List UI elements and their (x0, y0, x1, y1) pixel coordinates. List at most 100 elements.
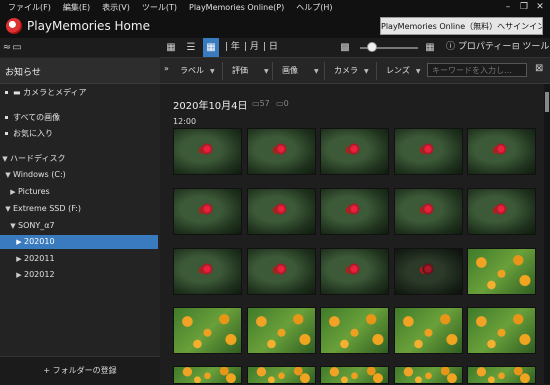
bullet-icon (5, 90, 8, 94)
register-folder-button[interactable]: + フォルダーの登録 (0, 356, 160, 385)
chevron-right-icon[interactable]: ▶ (14, 268, 24, 282)
bullet-icon (5, 115, 8, 119)
filter-lens-text: レンズ (386, 66, 410, 75)
photo-thumbnail[interactable] (394, 188, 463, 235)
photo-thumbnail[interactable] (394, 248, 463, 295)
filter-image-text: 画像 (282, 66, 298, 75)
sidebar-item-favorites[interactable]: お気に入り (0, 127, 160, 141)
photo-count: ▭57 (252, 99, 270, 108)
photo-thumbnail[interactable] (320, 366, 389, 384)
photo-thumbnail[interactable] (173, 248, 242, 295)
filter-rating-dropdown[interactable]: 評価 ▼ (232, 65, 269, 76)
grid-large-icon[interactable]: ▦ (424, 38, 436, 57)
sidebar-item-label: SONY_α7 (18, 221, 55, 230)
sidebar-item-label: Pictures (18, 187, 50, 196)
sidebar-item-extreme-ssd[interactable]: ▼ Extreme SSD (F:) (0, 202, 163, 216)
menu-view[interactable]: 表示(V) (96, 0, 136, 13)
properties-button[interactable]: ⓘ プロパティー (446, 38, 511, 57)
close-button[interactable]: ✕ (532, 0, 548, 14)
sidebar-item-202010[interactable]: ▶ 202010 (0, 235, 158, 249)
divider (376, 62, 377, 80)
restore-button[interactable]: ❐ (516, 0, 532, 14)
filter-label-text: ラベル (180, 66, 204, 75)
close-icon[interactable]: ⊠ (535, 63, 543, 74)
photo-thumbnail[interactable] (467, 128, 536, 175)
grid-large-icon[interactable]: ▦ (164, 38, 178, 57)
info-icon: ⓘ (446, 42, 456, 52)
menu-file[interactable]: ファイル(F) (0, 0, 57, 13)
photo-thumbnail[interactable] (320, 188, 389, 235)
tools-button[interactable]: ⊟ ツール (512, 38, 549, 57)
view-month-button[interactable]: | 月 (244, 38, 259, 57)
photo-thumbnail[interactable] (394, 128, 463, 175)
chevron-down-icon[interactable]: ▼ (3, 202, 13, 216)
chevron-right-icon[interactable]: ▶ (8, 185, 18, 199)
caret-down-icon: ▼ (210, 68, 215, 75)
photo-thumbnail[interactable] (467, 248, 536, 295)
list-icon[interactable]: ☰ (184, 38, 198, 57)
photo-thumbnail[interactable] (247, 128, 316, 175)
minimize-button[interactable]: – (500, 0, 516, 14)
calendar-icon[interactable]: ▦ (203, 38, 219, 57)
photo-thumbnail[interactable] (247, 188, 316, 235)
view-year-button[interactable]: | 年 (225, 38, 240, 57)
caret-down-icon: ▼ (264, 68, 269, 75)
chevron-down-icon[interactable]: ▼ (0, 152, 10, 166)
photo-thumbnail[interactable] (467, 307, 536, 354)
sidebar-item-pictures[interactable]: ▶ Pictures (0, 185, 168, 199)
photo-thumbnail[interactable] (173, 128, 242, 175)
camera-icon: ▬ (13, 88, 21, 97)
scrollbar[interactable] (544, 84, 550, 384)
scrollbar-thumb[interactable] (545, 92, 549, 112)
photo-thumbnail[interactable] (247, 366, 316, 384)
sidebar-item-hard-disk[interactable]: ▼ ハードディスク (0, 152, 160, 166)
sidebar-item-label: Windows (C:) (13, 170, 66, 179)
menu-tools[interactable]: ツール(T) (136, 0, 183, 13)
menu-edit[interactable]: 編集(E) (57, 0, 96, 13)
photo-thumbnail[interactable] (173, 366, 242, 384)
filter-lens-dropdown[interactable]: レンズ ▼ (386, 65, 420, 76)
monitor-icon[interactable]: ▭ (11, 38, 23, 57)
view-day-button[interactable]: | 日 (263, 38, 278, 57)
photo-thumbnail[interactable] (247, 307, 316, 354)
sidebar-item-label: カメラとメディア (23, 88, 87, 97)
filter-image-dropdown[interactable]: 画像 ▼ (282, 65, 319, 76)
filter-label-dropdown[interactable]: ラベル ▼ (180, 65, 215, 76)
photo-thumbnail[interactable] (467, 366, 536, 384)
photo-icon: ▭ (252, 99, 260, 108)
photo-thumbnail[interactable] (320, 248, 389, 295)
zoom-slider-handle[interactable] (366, 42, 377, 52)
chevron-right-icon[interactable]: ▶ (14, 235, 24, 249)
time-label: 12:00 (173, 117, 197, 126)
double-chevron-icon[interactable]: » (164, 64, 169, 73)
chevron-down-icon[interactable]: ▼ (8, 219, 18, 233)
filter-rating-text: 評価 (232, 66, 248, 75)
filter-camera-dropdown[interactable]: カメラ ▼ (334, 65, 369, 76)
sidebar-item-camera-media[interactable]: ▬ カメラとメディア (0, 86, 160, 100)
online-signin-button[interactable]: PlayMemories Online（無料）へサインイン (380, 17, 543, 35)
search-input[interactable] (427, 63, 527, 77)
chevron-right-icon[interactable]: ▶ (14, 252, 24, 266)
menu-help[interactable]: ヘルプ(H) (290, 0, 338, 13)
sidebar-item-label: ハードディスク (10, 154, 66, 163)
sidebar-item-windows-c[interactable]: ▼ Windows (C:) (0, 168, 163, 182)
photo-thumbnail[interactable] (467, 188, 536, 235)
sidebar-item-202012[interactable]: ▶ 202012 (0, 268, 174, 282)
menu-online[interactable]: PlayMemories Online(P) (183, 1, 290, 12)
photo-thumbnail[interactable] (173, 307, 242, 354)
photo-thumbnail[interactable] (394, 366, 463, 384)
chevron-down-icon[interactable]: ▼ (3, 168, 13, 182)
sidebar-item-all-images[interactable]: すべての画像 (0, 111, 160, 125)
photo-thumbnail[interactable] (394, 307, 463, 354)
divider (222, 62, 223, 80)
caret-down-icon: ▼ (364, 68, 369, 75)
grid-small-icon[interactable]: ▩ (339, 38, 351, 57)
sidebar-item-sony-a7[interactable]: ▼ SONY_α7 (0, 219, 168, 233)
photo-thumbnail[interactable] (247, 248, 316, 295)
photo-thumbnail[interactable] (320, 128, 389, 175)
divider (272, 62, 273, 80)
sidebar-item-202011[interactable]: ▶ 202011 (0, 252, 174, 266)
photo-thumbnail[interactable] (320, 307, 389, 354)
view-day-label: 日 (268, 42, 278, 52)
photo-thumbnail[interactable] (173, 188, 242, 235)
